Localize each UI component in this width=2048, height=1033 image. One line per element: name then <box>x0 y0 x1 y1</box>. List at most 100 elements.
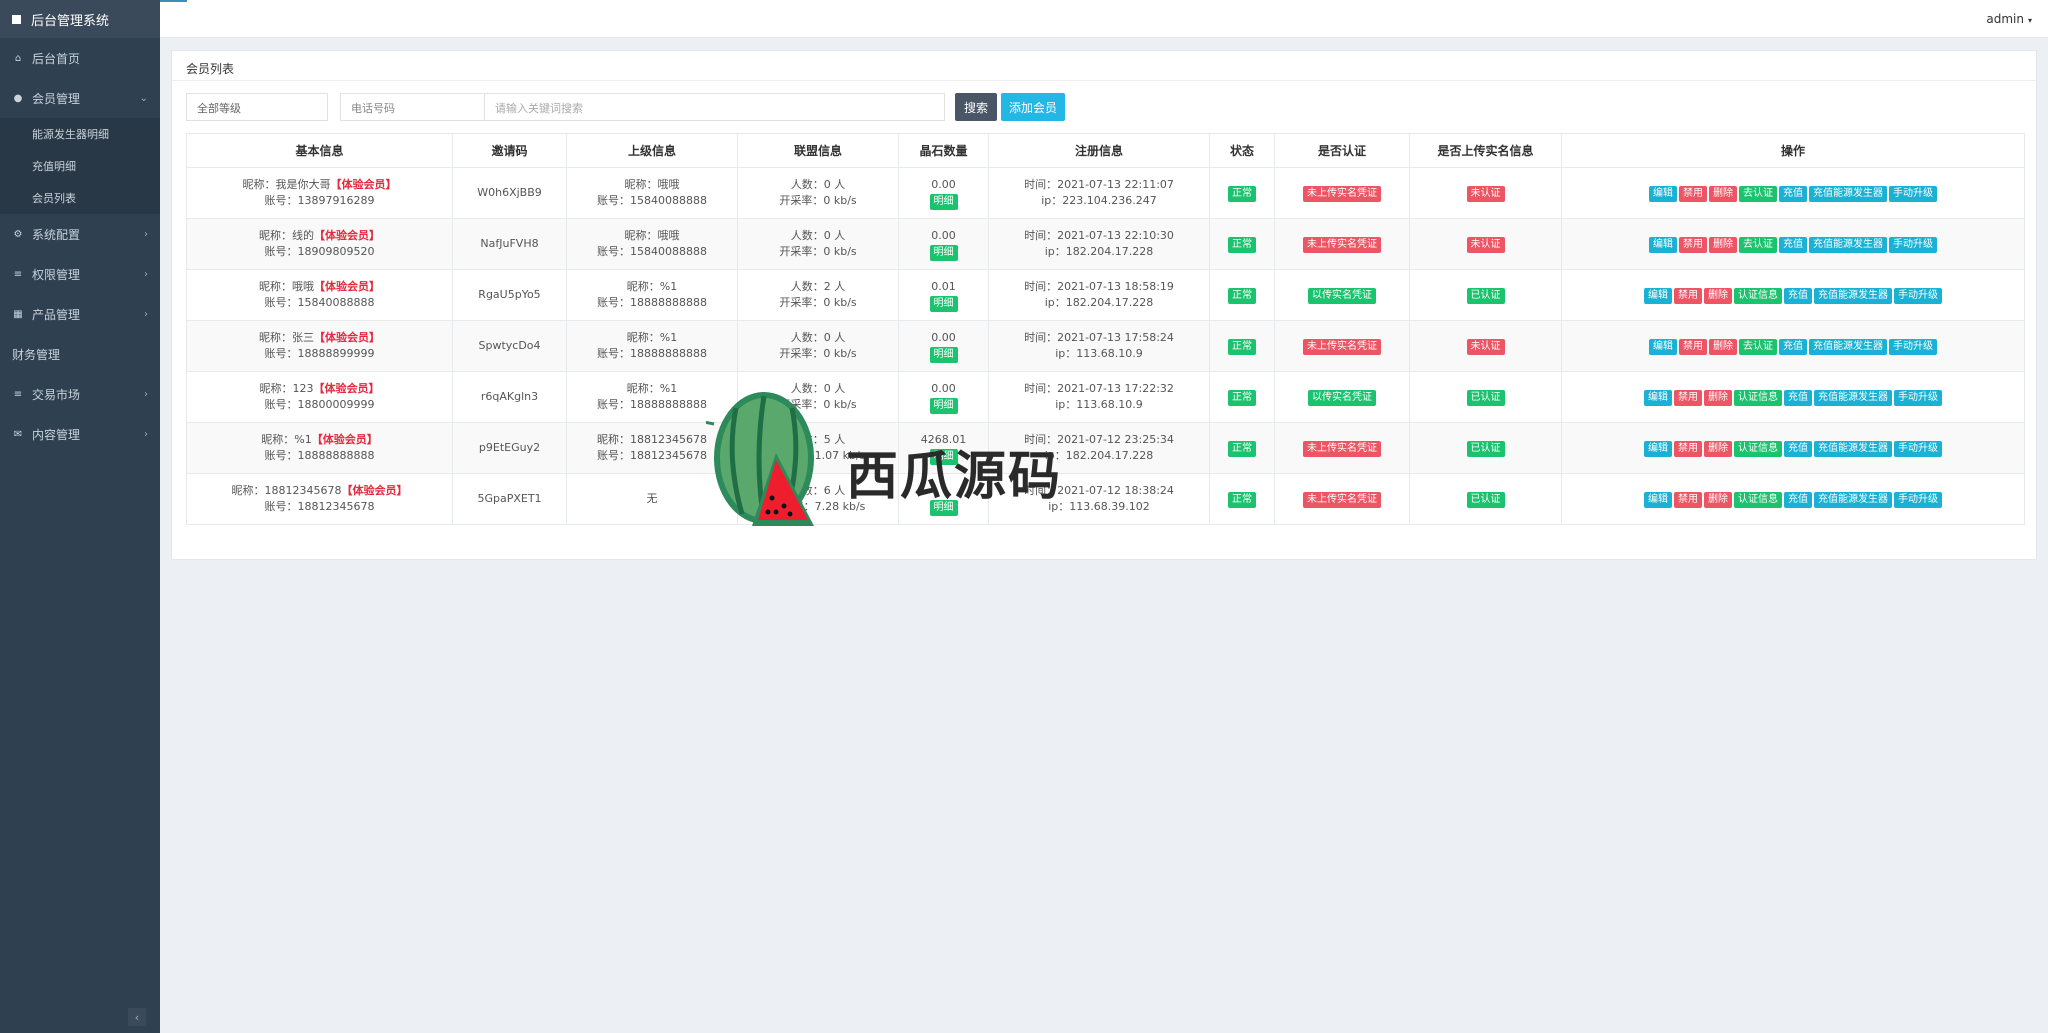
edit-button[interactable]: 编辑 <box>1644 287 1672 304</box>
member-table: 基本信息 邀请码 上级信息 联盟信息 晶石数量 注册信息 状态 是否认证 是否上传实名信息 操作 … <box>186 133 2025 525</box>
recharge-generator-button[interactable]: 充值能源发生器 <box>1814 389 1892 406</box>
disable-button[interactable]: 禁用 <box>1674 389 1702 406</box>
user-menu[interactable]: admin ▾ <box>1986 12 2032 26</box>
mining-rate: 开采率：0 kb/s <box>779 194 857 207</box>
recharge-button[interactable]: 充值 <box>1784 389 1812 406</box>
detail-button[interactable]: 明细 <box>929 397 958 414</box>
manual-upgrade-button[interactable]: 手动升级 <box>1894 287 1942 304</box>
delete-button[interactable]: 删除 <box>1704 440 1732 457</box>
edit-button[interactable]: 编辑 <box>1644 440 1672 457</box>
disable-button[interactable]: 禁用 <box>1674 440 1702 457</box>
alliance-info-cell: 人数：2 人开采率：0 kb/s <box>737 269 899 321</box>
sidebar-item-7[interactable]: ✉ 内容管理 › <box>0 414 160 454</box>
disable-button[interactable]: 禁用 <box>1674 287 1702 304</box>
edit-button[interactable]: 编辑 <box>1644 491 1672 508</box>
sidebar-item-5[interactable]: 财务管理 <box>0 334 160 374</box>
auth-action-button[interactable]: 认证信息 <box>1734 440 1782 457</box>
register-time: 时间：2021-07-13 22:11:07 <box>1024 178 1174 191</box>
auth-badge: 已认证 <box>1466 389 1505 406</box>
status-badge: 正常 <box>1228 389 1256 406</box>
parent-account: 账号：18888888888 <box>597 398 707 411</box>
detail-button[interactable]: 明细 <box>929 499 958 516</box>
sidebar-item-4[interactable]: ▦ 产品管理 › <box>0 294 160 334</box>
edit-button[interactable]: 编辑 <box>1644 389 1672 406</box>
disable-button[interactable]: 禁用 <box>1679 236 1707 253</box>
level-select[interactable]: 全部等级 <box>186 93 328 121</box>
recharge-generator-button[interactable]: 充值能源发生器 <box>1814 287 1892 304</box>
detail-button[interactable]: 明细 <box>929 448 958 465</box>
sidebar-item-2[interactable]: ⚙ 系统配置 › <box>0 214 160 254</box>
status-cell: 正常 <box>1209 473 1275 525</box>
recharge-generator-button[interactable]: 充值能源发生器 <box>1814 440 1892 457</box>
manual-upgrade-button[interactable]: 手动升级 <box>1894 491 1942 508</box>
column-header: 状态 <box>1209 133 1275 168</box>
vip-badge: 【体验会员】 <box>311 433 378 446</box>
alliance-info-cell: 人数：6 人开采率：7.28 kb/s <box>737 473 899 525</box>
member-count: 人数：0 人 <box>790 331 846 344</box>
recharge-button[interactable]: 充值 <box>1784 440 1812 457</box>
recharge-button[interactable]: 充值 <box>1779 338 1807 355</box>
recharge-generator-button[interactable]: 充值能源发生器 <box>1809 338 1887 355</box>
invite-code: RgaU5pYo5 <box>452 269 567 321</box>
edit-button[interactable]: 编辑 <box>1649 236 1677 253</box>
phone-select[interactable]: 电话号码 <box>340 93 485 121</box>
delete-button[interactable]: 删除 <box>1709 185 1737 202</box>
recharge-button[interactable]: 充值 <box>1779 185 1807 202</box>
column-header: 是否上传实名信息 <box>1409 133 1562 168</box>
collapse-sidebar-button[interactable]: ‹ <box>128 1008 146 1026</box>
sidebar-subitem-1[interactable]: 充值明细 <box>0 150 160 182</box>
realname-cell: 未上传实名凭证 <box>1274 473 1410 525</box>
sidebar-item-1[interactable]: ● 会员管理 ⌄ <box>0 78 160 118</box>
detail-button[interactable]: 明细 <box>929 346 958 363</box>
brand[interactable]: 后台管理系统 <box>0 0 160 38</box>
manual-upgrade-button[interactable]: 手动升级 <box>1894 389 1942 406</box>
auth-action-button[interactable]: 去认证 <box>1739 185 1777 202</box>
recharge-generator-button[interactable]: 充值能源发生器 <box>1809 185 1887 202</box>
detail-button[interactable]: 明细 <box>929 193 958 210</box>
auth-action-button[interactable]: 认证信息 <box>1734 491 1782 508</box>
status-badge: 正常 <box>1228 338 1256 355</box>
disable-button[interactable]: 禁用 <box>1679 338 1707 355</box>
sidebar-item-3[interactable]: ≡ 权限管理 › <box>0 254 160 294</box>
table-row: 昵称：哦哦【体验会员】 账号：15840088888 RgaU5pYo5 昵称：%1 账… <box>186 269 2025 321</box>
sidebar-subitem-2[interactable]: 会员列表 <box>0 182 160 214</box>
manual-upgrade-button[interactable]: 手动升级 <box>1889 185 1937 202</box>
search-button[interactable]: 搜索 <box>955 93 997 121</box>
disable-button[interactable]: 禁用 <box>1674 491 1702 508</box>
delete-button[interactable]: 删除 <box>1704 287 1732 304</box>
recharge-button[interactable]: 充值 <box>1784 491 1812 508</box>
bars-icon: ≡ <box>13 388 23 400</box>
recharge-button[interactable]: 充值 <box>1784 287 1812 304</box>
column-header: 邀请码 <box>452 133 567 168</box>
auth-action-button[interactable]: 认证信息 <box>1734 287 1782 304</box>
sidebar-item-6[interactable]: ≡ 交易市场 › <box>0 374 160 414</box>
recharge-generator-button[interactable]: 充值能源发生器 <box>1814 491 1892 508</box>
manual-upgrade-button[interactable]: 手动升级 <box>1894 440 1942 457</box>
auth-action-button[interactable]: 认证信息 <box>1734 389 1782 406</box>
disable-button[interactable]: 禁用 <box>1679 185 1707 202</box>
recharge-generator-button[interactable]: 充值能源发生器 <box>1809 236 1887 253</box>
keyword-search-input[interactable]: 请输入关键词搜索 <box>485 93 945 121</box>
delete-button[interactable]: 删除 <box>1709 236 1737 253</box>
delete-button[interactable]: 删除 <box>1704 389 1732 406</box>
delete-button[interactable]: 删除 <box>1709 338 1737 355</box>
edit-button[interactable]: 编辑 <box>1649 185 1677 202</box>
sidebar-subitem-0[interactable]: 能源发生器明细 <box>0 118 160 150</box>
basic-info-cell: 昵称：123【体验会员】 账号：18800009999 <box>186 371 453 423</box>
parent-info-cell: 昵称：哦哦 账号：15840088888 <box>566 167 738 219</box>
edit-button[interactable]: 编辑 <box>1649 338 1677 355</box>
recharge-button[interactable]: 充值 <box>1779 236 1807 253</box>
nickname: 昵称：哦哦 <box>259 280 314 293</box>
crystal-cell: 0.00 明细 <box>898 320 989 372</box>
auth-badge: 已认证 <box>1466 440 1505 457</box>
manual-upgrade-button[interactable]: 手动升级 <box>1889 236 1937 253</box>
manual-upgrade-button[interactable]: 手动升级 <box>1889 338 1937 355</box>
detail-button[interactable]: 明细 <box>929 244 958 261</box>
detail-button[interactable]: 明细 <box>929 295 958 312</box>
sidebar-item-0[interactable]: ⌂ 后台首页 <box>0 38 160 78</box>
add-member-button[interactable]: 添加会员 <box>1001 93 1065 121</box>
auth-action-button[interactable]: 去认证 <box>1739 236 1777 253</box>
auth-action-button[interactable]: 去认证 <box>1739 338 1777 355</box>
mining-rate: 开采率：7.28 kb/s <box>770 500 866 513</box>
delete-button[interactable]: 删除 <box>1704 491 1732 508</box>
